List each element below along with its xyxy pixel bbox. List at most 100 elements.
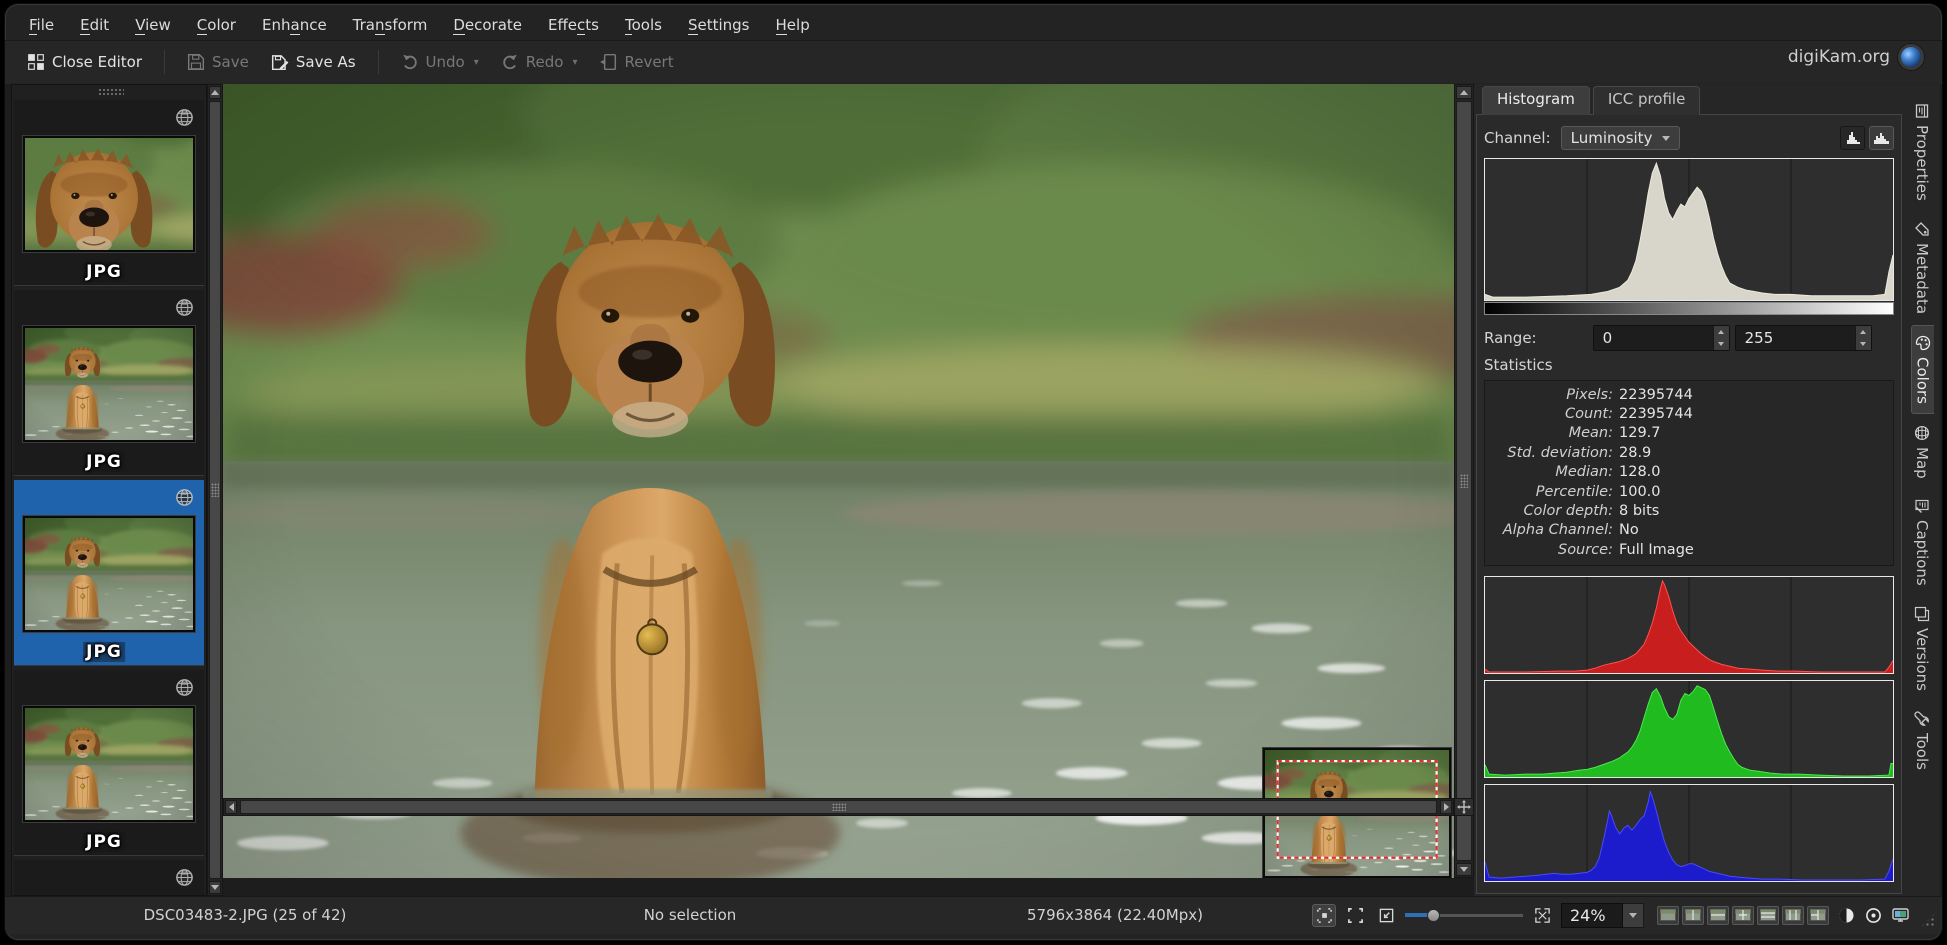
stat-label: Color depth:: [1485, 503, 1613, 519]
tab-icc-profile[interactable]: ICC profile: [1593, 86, 1701, 115]
statusbar-filename: DSC03483-2.JPG (25 of 42): [5, 906, 485, 924]
side-tab-label: Tools: [1913, 733, 1931, 770]
toolbar-button-label: Close Editor: [52, 53, 142, 71]
save-button[interactable]: Save: [181, 49, 255, 75]
thumbnail-image[interactable]: [23, 706, 195, 822]
window-resize-grip[interactable]: [1920, 912, 1936, 928]
menu-effects[interactable]: Effects: [548, 16, 599, 34]
zoom-expand-icon[interactable]: [1530, 904, 1554, 927]
menu-edit[interactable]: Edit: [80, 16, 109, 34]
thumbnail-image[interactable]: [23, 136, 195, 252]
scroll-right-arrow[interactable]: [1440, 800, 1452, 814]
geolocation-icon: [175, 298, 194, 317]
side-tab-map[interactable]: Map: [1911, 416, 1933, 488]
preview-mode-button-1[interactable]: [1657, 906, 1679, 925]
scroll-up-arrow[interactable]: [1456, 86, 1472, 99]
thumbnail-item[interactable]: JPG: [14, 290, 204, 476]
revert-button[interactable]: Revert: [593, 49, 679, 75]
canvas-vscrollbar[interactable]: [1454, 84, 1474, 878]
side-tab-label: Colors: [1914, 357, 1932, 404]
scroll-down-arrow[interactable]: [209, 881, 221, 894]
statusbar: DSC03483-2.JPG (25 of 42) No selection 5…: [5, 896, 1942, 934]
fit-to-window-button[interactable]: [1312, 904, 1336, 927]
spin-arrows[interactable]: [1855, 326, 1871, 350]
canvas-hscrollbar-thumb[interactable]: [240, 800, 1437, 814]
zoom-slider-handle[interactable]: [1427, 909, 1440, 922]
redo-icon: [501, 53, 519, 71]
thumbnail-item[interactable]: JPG: [14, 670, 204, 856]
preview-mode-button-4[interactable]: [1732, 906, 1754, 925]
zoom-percent-combo[interactable]: 24%: [1561, 903, 1644, 928]
thumbnail-item[interactable]: JPG: [14, 100, 204, 286]
side-tab-tools[interactable]: Tools: [1911, 702, 1933, 779]
channel-select[interactable]: Luminosity: [1561, 126, 1681, 150]
zoom-slider[interactable]: [1405, 907, 1523, 923]
zoom-to-100-button[interactable]: [1374, 904, 1398, 927]
menu-view[interactable]: View: [135, 16, 171, 34]
sidebar-drag-handle[interactable]: [98, 88, 124, 95]
menu-tools[interactable]: Tools: [625, 16, 662, 34]
thumbnail-item-selected[interactable]: JPG: [14, 480, 204, 666]
properties-icon: [1914, 103, 1930, 119]
chevron-down-icon[interactable]: ▾: [572, 57, 577, 68]
menu-settings[interactable]: Settings: [688, 16, 750, 34]
close-editor-button[interactable]: Close Editor: [21, 49, 148, 75]
pan-tool-button[interactable]: [1454, 798, 1474, 816]
side-tab-metadata[interactable]: Metadata: [1911, 212, 1933, 323]
canvas-hscrollbar[interactable]: [223, 798, 1454, 816]
side-tab-colors[interactable]: Colors: [1911, 325, 1934, 414]
spin-arrows[interactable]: [1713, 326, 1729, 350]
undo-button[interactable]: Undo▾: [395, 49, 485, 75]
stat-row: Mean:129.7: [1485, 424, 1893, 443]
linear-histogram-scale-button[interactable]: [1840, 126, 1865, 150]
side-tab-versions[interactable]: Versions: [1911, 597, 1933, 700]
preview-mode-button-5[interactable]: [1757, 906, 1779, 925]
revert-icon: [599, 53, 617, 71]
thumbnail-image[interactable]: [23, 326, 195, 442]
stat-value: 8 bits: [1619, 503, 1659, 519]
menu-file[interactable]: File: [29, 16, 54, 34]
menu-enhance[interactable]: Enhance: [262, 16, 327, 34]
range-min-spinbox[interactable]: 0: [1593, 325, 1730, 351]
map-icon: [1914, 425, 1930, 441]
preview-mode-button-2[interactable]: [1682, 906, 1704, 925]
menu-decorate[interactable]: Decorate: [453, 16, 522, 34]
statusbar-dimensions: 5796x3864 (22.40Mpx): [895, 906, 1335, 924]
luminosity-histogram[interactable]: [1484, 158, 1894, 301]
redo-button[interactable]: Redo▾: [495, 49, 584, 75]
toolbar-button-label: Save As: [296, 53, 356, 71]
sidebar-scrollbar[interactable]: [207, 84, 223, 896]
digikam-lens-icon: [1898, 44, 1924, 70]
side-tab-captions[interactable]: Captions: [1911, 489, 1933, 595]
under-exposure-indicator-button[interactable]: [1836, 905, 1856, 925]
stat-label: Pixels:: [1485, 387, 1613, 403]
thumbnail-image[interactable]: [23, 516, 195, 632]
save-as-button[interactable]: Save As: [265, 49, 362, 75]
fit-to-selection-button[interactable]: [1343, 904, 1367, 927]
thumbnail-item[interactable]: JPG: [14, 860, 204, 896]
preview-mode-button-7[interactable]: [1807, 906, 1829, 925]
color-managed-view-button[interactable]: [1890, 905, 1910, 925]
menu-transform[interactable]: Transform: [353, 16, 428, 34]
geolocation-icon: [175, 678, 194, 697]
scroll-up-arrow[interactable]: [209, 86, 221, 99]
menu-color[interactable]: Color: [197, 16, 236, 34]
scroll-down-arrow[interactable]: [1456, 863, 1472, 876]
menu-help[interactable]: Help: [776, 16, 810, 34]
save-as-icon: [271, 53, 289, 71]
canvas-vscrollbar-thumb[interactable]: [1456, 101, 1472, 861]
scroll-left-arrow[interactable]: [225, 800, 237, 814]
over-exposure-indicator-button[interactable]: [1863, 905, 1883, 925]
range-max-spinbox[interactable]: 255: [1735, 325, 1872, 351]
chevron-down-icon[interactable]: [1623, 903, 1644, 928]
preview-mode-button-6[interactable]: [1782, 906, 1804, 925]
log-histogram-scale-button[interactable]: [1869, 126, 1894, 150]
chevron-down-icon[interactable]: ▾: [474, 57, 479, 68]
colors-icon: [1915, 335, 1931, 351]
zoom-percent-value: 24%: [1561, 903, 1623, 928]
preview-mode-button-3[interactable]: [1707, 906, 1729, 925]
sidebar-scrollbar-thumb[interactable]: [209, 101, 221, 879]
tab-histogram[interactable]: Histogram: [1482, 86, 1590, 115]
side-tab-properties[interactable]: Properties: [1911, 94, 1933, 210]
image-canvas[interactable]: [223, 84, 1454, 878]
